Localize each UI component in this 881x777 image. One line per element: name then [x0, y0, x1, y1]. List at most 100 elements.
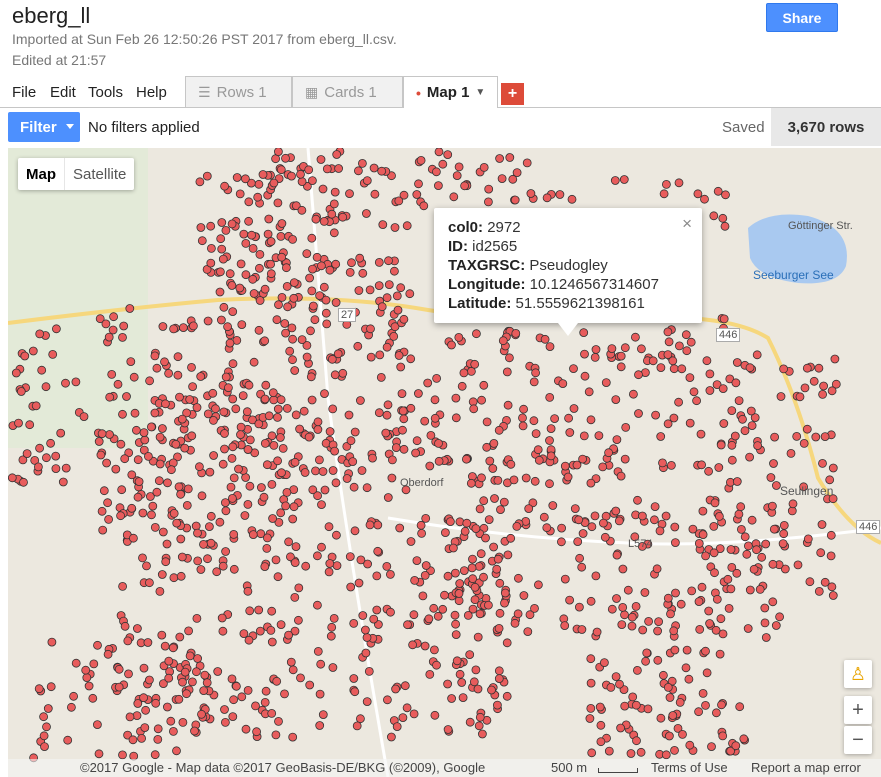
map-marker[interactable]	[313, 425, 323, 434]
map-marker[interactable]	[267, 606, 277, 616]
map-marker[interactable]	[227, 453, 237, 463]
map-marker[interactable]	[681, 330, 691, 340]
map-marker[interactable]	[584, 387, 594, 397]
map-marker[interactable]	[52, 324, 61, 334]
map-marker[interactable]	[526, 189, 536, 198]
map-marker[interactable]	[383, 493, 393, 502]
map-marker[interactable]	[809, 376, 819, 386]
map-marker[interactable]	[396, 362, 406, 372]
map-marker[interactable]	[395, 523, 405, 533]
map-marker[interactable]	[620, 610, 629, 620]
map-marker[interactable]	[215, 287, 225, 297]
map-marker[interactable]	[194, 462, 204, 472]
map-marker[interactable]	[260, 394, 270, 404]
map-marker[interactable]	[162, 702, 172, 712]
map-marker[interactable]	[659, 189, 669, 199]
map-marker[interactable]	[301, 561, 311, 571]
map-marker[interactable]	[153, 735, 163, 744]
map-marker[interactable]	[828, 463, 838, 473]
map-marker[interactable]	[162, 539, 172, 549]
map-marker[interactable]	[755, 584, 765, 594]
map-marker[interactable]	[236, 259, 246, 269]
map-marker[interactable]	[614, 516, 624, 526]
map-marker[interactable]	[370, 189, 380, 199]
map-marker[interactable]	[719, 419, 729, 428]
map-marker[interactable]	[499, 497, 509, 507]
map-marker[interactable]	[318, 184, 328, 194]
map-marker[interactable]	[273, 572, 283, 582]
map-marker[interactable]	[418, 591, 428, 601]
map-marker[interactable]	[125, 712, 135, 722]
map-marker[interactable]	[262, 543, 272, 553]
map-marker[interactable]	[166, 716, 176, 726]
map-marker[interactable]	[634, 370, 643, 380]
map-marker[interactable]	[317, 500, 326, 510]
map-marker[interactable]	[623, 585, 633, 595]
map-marker[interactable]	[205, 467, 215, 477]
map-marker[interactable]	[254, 179, 264, 189]
map-marker[interactable]	[826, 530, 836, 540]
map-marker[interactable]	[555, 190, 565, 199]
map-marker[interactable]	[638, 511, 647, 521]
map-marker[interactable]	[349, 674, 359, 683]
map-marker[interactable]	[739, 734, 749, 744]
map-marker[interactable]	[260, 698, 270, 707]
map-marker[interactable]	[188, 382, 198, 392]
map-marker[interactable]	[206, 511, 216, 521]
map-marker[interactable]	[327, 622, 337, 632]
map-marker[interactable]	[113, 379, 123, 389]
map-marker[interactable]	[430, 710, 440, 720]
map-marker[interactable]	[425, 461, 435, 471]
map-marker[interactable]	[479, 572, 488, 582]
map-marker[interactable]	[236, 422, 246, 432]
map-marker[interactable]	[450, 568, 460, 578]
map-marker[interactable]	[313, 491, 323, 501]
map-marker[interactable]	[362, 483, 372, 493]
map-marker[interactable]	[393, 305, 403, 315]
map-marker[interactable]	[184, 626, 194, 636]
map-marker[interactable]	[312, 551, 322, 561]
map-marker[interactable]	[825, 475, 835, 485]
menu-file[interactable]: File	[12, 84, 36, 101]
map-marker[interactable]	[771, 621, 781, 630]
map-marker[interactable]	[386, 732, 396, 742]
map-marker[interactable]	[585, 714, 595, 723]
map-marker[interactable]	[611, 395, 621, 405]
map-marker[interactable]	[653, 626, 662, 636]
map-marker[interactable]	[560, 621, 570, 631]
map-marker[interactable]	[500, 588, 510, 598]
map-marker[interactable]	[710, 568, 719, 578]
map-marker[interactable]	[696, 429, 706, 439]
map-marker[interactable]	[288, 334, 298, 344]
map-marker[interactable]	[426, 430, 436, 440]
map-marker[interactable]	[105, 392, 115, 402]
map-marker[interactable]	[358, 611, 368, 620]
map-marker[interactable]	[735, 702, 745, 712]
map-marker[interactable]	[316, 155, 326, 164]
map-marker[interactable]	[718, 629, 728, 639]
map-type-map-button[interactable]: Map	[18, 158, 64, 190]
map-view[interactable]: Seeburger See Oberdorf Seulingen Götting…	[8, 148, 881, 777]
map-marker[interactable]	[621, 422, 631, 432]
map-marker[interactable]	[438, 159, 448, 169]
map-marker[interactable]	[276, 620, 286, 630]
map-marker[interactable]	[745, 585, 755, 595]
map-marker[interactable]	[666, 609, 675, 619]
map-marker[interactable]	[770, 432, 779, 442]
map-marker[interactable]	[290, 457, 300, 467]
map-marker[interactable]	[313, 417, 323, 427]
map-marker[interactable]	[215, 517, 225, 527]
map-marker[interactable]	[449, 192, 459, 202]
map-marker[interactable]	[196, 223, 206, 232]
map-marker[interactable]	[180, 443, 190, 453]
map-marker[interactable]	[178, 718, 188, 727]
map-marker[interactable]	[459, 566, 469, 576]
map-marker[interactable]	[284, 630, 294, 640]
map-marker[interactable]	[429, 645, 439, 655]
map-marker[interactable]	[344, 410, 354, 420]
map-marker[interactable]	[697, 582, 707, 592]
map-marker[interactable]	[612, 435, 622, 445]
map-marker[interactable]	[466, 478, 476, 488]
map-marker[interactable]	[266, 237, 276, 246]
map-marker[interactable]	[137, 734, 147, 743]
